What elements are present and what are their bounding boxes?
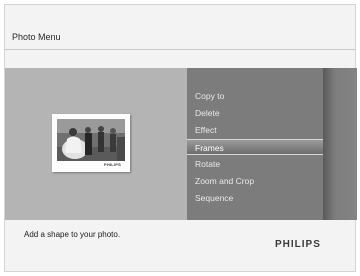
- menu-item-delete[interactable]: Delete: [195, 105, 220, 121]
- photo-preview-area: PHILIPS: [5, 68, 187, 220]
- menu-item-copy-to[interactable]: Copy to: [195, 88, 224, 104]
- help-text: Add a shape to your photo.: [24, 230, 121, 239]
- wedding-photo-image: [57, 119, 125, 161]
- menu-item-effect[interactable]: Effect: [195, 122, 217, 138]
- photo-frame-screen: Photo Menu PHILIPS Copy to Delete Effect…: [4, 4, 357, 272]
- brand-logo: PHILIPS: [275, 239, 321, 250]
- menu-item-frames[interactable]: Frames: [187, 139, 323, 155]
- thumbnail-brand-logo: PHILIPS: [104, 162, 121, 167]
- page-title: Photo Menu: [12, 32, 61, 42]
- title-divider: [5, 49, 355, 50]
- menu-item-sequence[interactable]: Sequence: [195, 190, 233, 206]
- submenu-panel: [323, 68, 357, 220]
- photo-thumbnail[interactable]: PHILIPS: [52, 114, 130, 172]
- menu-item-rotate[interactable]: Rotate: [195, 156, 220, 172]
- photo-menu-list: Copy to Delete Effect Frames Rotate Zoom…: [187, 68, 323, 220]
- menu-item-zoom-and-crop[interactable]: Zoom and Crop: [195, 173, 254, 189]
